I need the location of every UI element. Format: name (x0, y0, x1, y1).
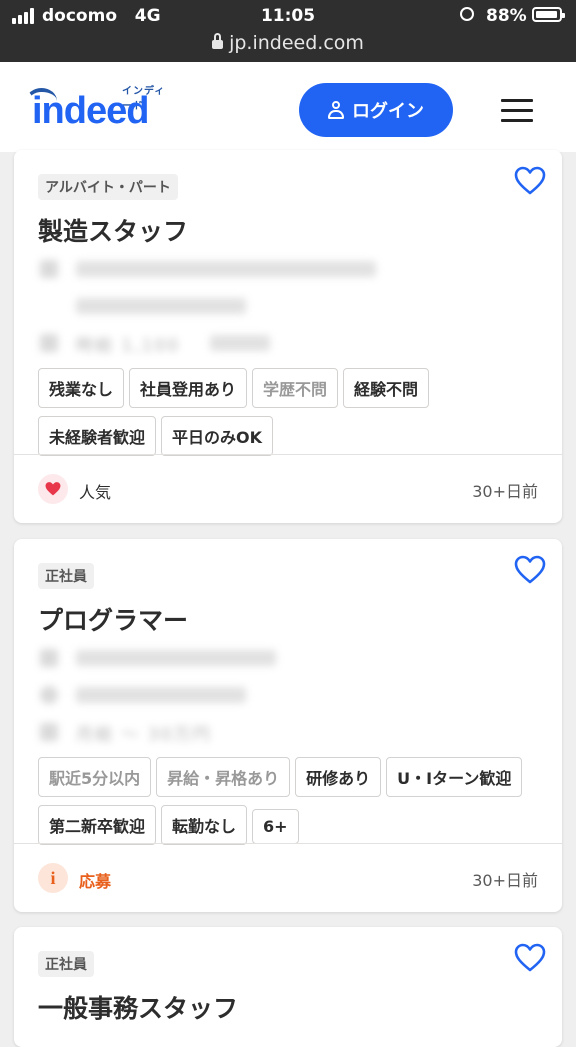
job-tags: 駅近5分以内 昇給・昇格あり 研修あり U・Iターン歓迎第二新卒歓迎 転勤なし 6+ (38, 757, 543, 853)
hamburger-menu-icon[interactable] (501, 99, 533, 123)
person-icon (328, 101, 344, 119)
salary-line-blurred: 月給 〜 30万円 (40, 721, 211, 745)
job-tag: 社員登用あり (129, 368, 248, 408)
job-tag: 平日のみOK (161, 416, 274, 456)
popular-label: 人気 (79, 483, 112, 502)
address-bar[interactable]: jp.indeed.com (0, 32, 576, 54)
job-tag: 未経験者歓迎 (38, 416, 157, 456)
job-tag: 研修あり (295, 757, 382, 797)
job-tag: 第二新卒歓迎 (38, 805, 157, 845)
save-heart-icon[interactable] (514, 555, 546, 585)
job-tag: U・Iターン歓迎 (386, 757, 523, 797)
save-heart-icon[interactable] (514, 166, 546, 196)
battery-percentage: 88% (486, 6, 527, 26)
company-line-blurred (40, 258, 376, 280)
salary-line-blurred: 時給 1,100 (40, 332, 271, 356)
job-tag: 経験不問 (343, 368, 430, 408)
battery-icon (532, 7, 565, 22)
job-tag: 残業なし (38, 368, 125, 408)
job-card[interactable]: 正社員 一般事務スタッフ (14, 927, 562, 1047)
job-type-badge: 正社員 (38, 951, 94, 977)
apply-label: 応募 (79, 872, 112, 891)
card-divider (14, 843, 562, 844)
rotation-lock-icon (460, 7, 474, 21)
job-type-badge: 正社員 (38, 563, 94, 589)
job-title[interactable]: 一般事務スタッフ (38, 989, 238, 1025)
lock-icon (212, 33, 224, 50)
job-title[interactable]: プログラマー (38, 601, 188, 637)
posted-date: 30+日前 (472, 871, 538, 890)
job-tag: 昇給・昇格あり (156, 757, 291, 797)
job-type-badge: アルバイト・パート (38, 174, 178, 200)
job-tags: 残業なし 社員登用あり 学歴不問 経験不問未経験者歓迎 平日のみOK (38, 368, 543, 464)
login-button[interactable]: ログイン (299, 83, 453, 137)
job-tag: 学歴不問 (252, 368, 339, 408)
job-card[interactable]: 正社員 プログラマー 月給 〜 30万円 駅近5分以内 昇給・昇格あり 研修あり U・… (14, 539, 562, 912)
info-icon: i (38, 863, 68, 893)
job-tag: 転勤なし (161, 805, 248, 845)
card-divider (14, 454, 562, 455)
url-text: jp.indeed.com (229, 32, 364, 54)
status-bar: docomo 4G 11:05 88% jp.indeed.com (0, 0, 576, 62)
save-heart-icon[interactable] (514, 943, 546, 973)
job-title[interactable]: 製造スタッフ (38, 212, 188, 248)
site-header: インディード indeed ログイン (0, 62, 576, 152)
job-card[interactable]: アルバイト・パート 製造スタッフ 時給 1,100 残業なし 社員登用あり 学歴不問… (14, 150, 562, 523)
location-line-blurred (40, 684, 246, 706)
login-label: ログイン (352, 101, 424, 122)
logo-text: indeed (32, 90, 149, 132)
company-line-blurred (40, 647, 276, 669)
popular-heart-icon (38, 474, 68, 504)
posted-date: 30+日前 (472, 482, 538, 501)
indeed-logo[interactable]: インディード indeed (26, 82, 166, 132)
job-tag: 駅近5分以内 (38, 757, 152, 797)
location-line-blurred (40, 295, 246, 317)
more-tags-badge[interactable]: 6+ (252, 809, 299, 844)
